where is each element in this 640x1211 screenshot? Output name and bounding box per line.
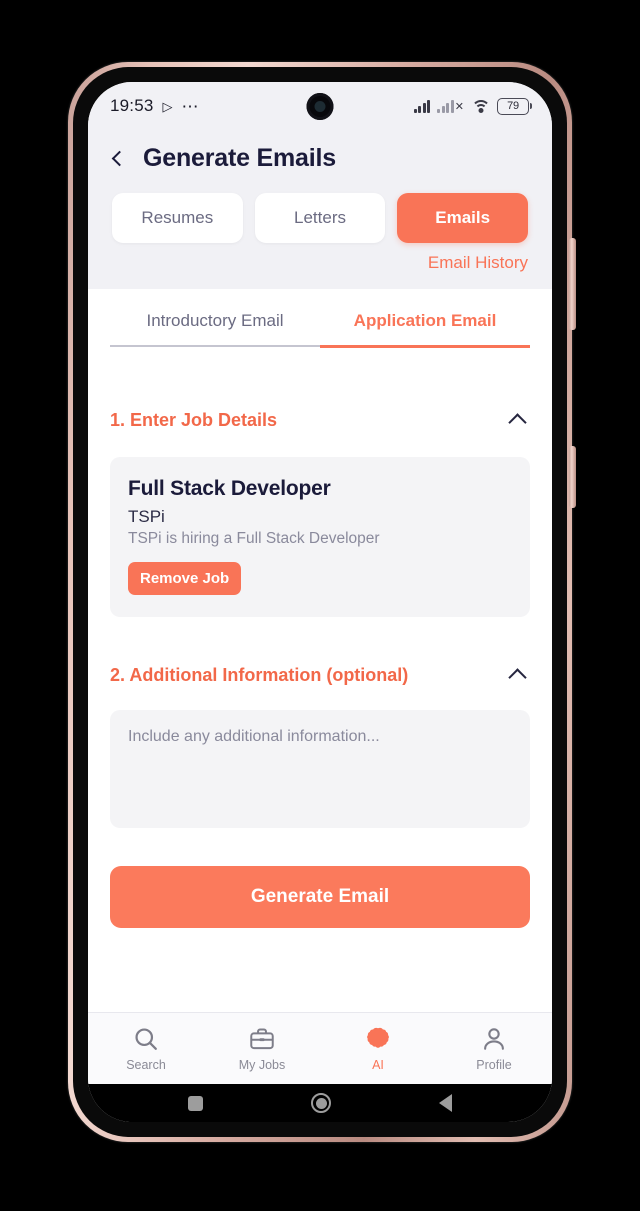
tab-application-email[interactable]: Application Email <box>320 311 530 362</box>
status-bar-right: ✕ 79 <box>413 97 532 115</box>
front-camera <box>306 93 334 120</box>
status-bar: 19:53 ▷ ⋯ ✕ 79 <box>88 82 552 130</box>
signal-no-service-icon: ✕ <box>437 99 464 113</box>
segment-emails[interactable]: Emails <box>397 193 529 243</box>
circle-icon[interactable] <box>311 1093 331 1113</box>
power-button[interactable] <box>569 446 576 508</box>
person-icon <box>484 1028 504 1050</box>
nav-item-search-label: Search <box>126 1058 166 1072</box>
square-icon[interactable] <box>188 1095 203 1111</box>
screenshot-root: 19:53 ▷ ⋯ ✕ 79 Generate Emails Resumes L… <box>0 0 640 1211</box>
triangle-icon[interactable] <box>439 1094 452 1112</box>
main-content: Introductory Email Application Email 1. … <box>88 289 552 979</box>
android-navigation-bar <box>88 1084 552 1122</box>
nav-item-ai[interactable]: AI <box>320 1025 436 1072</box>
nav-item-search[interactable]: Search <box>88 1025 204 1072</box>
section-job-details-title: 1. Enter Job Details <box>110 409 278 430</box>
signal-bars-icon <box>413 99 431 113</box>
chevron-up-icon[interactable] <box>508 412 527 432</box>
additional-info-placeholder: Include any additional information... <box>128 727 380 745</box>
job-card: Full Stack Developer TSPi TSPi is hiring… <box>110 456 530 617</box>
tab-introductory-email[interactable]: Introductory Email <box>110 311 320 362</box>
job-company: TSPi <box>128 506 165 526</box>
briefcase-icon <box>250 1028 274 1050</box>
header-row: Generate Emails <box>110 144 530 173</box>
search-icon <box>135 1028 157 1050</box>
nav-item-ai-label: AI <box>372 1058 384 1072</box>
battery-icon: 79 <box>497 97 532 115</box>
additional-info-input[interactable]: Include any additional information... <box>110 709 530 828</box>
play-icon: ▷ <box>162 98 173 114</box>
tab-application-email-label: Application Email <box>353 311 497 330</box>
segment-resumes[interactable]: Resumes <box>112 193 243 243</box>
status-bar-left: 19:53 ▷ ⋯ <box>110 96 200 116</box>
nav-item-my-jobs-label: My Jobs <box>238 1058 286 1072</box>
page-title: Generate Emails <box>143 144 336 172</box>
nav-item-profile[interactable]: Profile <box>436 1025 552 1072</box>
nav-item-profile-label: Profile <box>476 1058 512 1072</box>
wifi-icon <box>471 99 490 113</box>
section-job-details-header[interactable]: 1. Enter Job Details <box>88 409 552 432</box>
segment-letters[interactable]: Letters <box>254 193 386 243</box>
section-additional-info-header[interactable]: 2. Additional Information (optional) <box>88 664 552 687</box>
phone-screen: 19:53 ▷ ⋯ ✕ 79 Generate Emails Resumes L… <box>88 82 552 1122</box>
remove-job-button[interactable]: Remove Job <box>128 561 242 595</box>
document-type-segments: Resumes Letters Emails <box>110 193 530 243</box>
generate-email-button[interactable]: Generate Email <box>110 865 530 928</box>
more-dots-icon: ⋯ <box>181 96 200 116</box>
nav-item-my-jobs[interactable]: My Jobs <box>204 1025 320 1072</box>
section-additional-info-title: 2. Additional Information (optional) <box>110 664 409 685</box>
volume-button[interactable] <box>569 238 576 330</box>
job-description: TSPi is hiring a Full Stack Developer <box>128 529 380 547</box>
tab-introductory-email-label: Introductory Email <box>146 311 284 330</box>
chevron-up-icon[interactable] <box>508 667 527 687</box>
email-history-link[interactable]: Email History <box>428 253 528 273</box>
battery-level: 79 <box>507 100 519 112</box>
app-header: Generate Emails Resumes Letters Emails E… <box>88 130 552 289</box>
brain-icon <box>367 1027 389 1048</box>
back-chevron-icon[interactable] <box>111 150 128 167</box>
status-time: 19:53 <box>110 96 154 115</box>
bottom-navigation: Search My Jobs AI Profile <box>88 1012 552 1084</box>
email-type-tabs: Introductory Email Application Email <box>88 289 552 362</box>
job-title: Full Stack Developer <box>128 476 331 500</box>
history-row: Email History <box>110 253 530 273</box>
tab-underline <box>110 345 320 347</box>
tab-underline-active <box>320 345 530 348</box>
